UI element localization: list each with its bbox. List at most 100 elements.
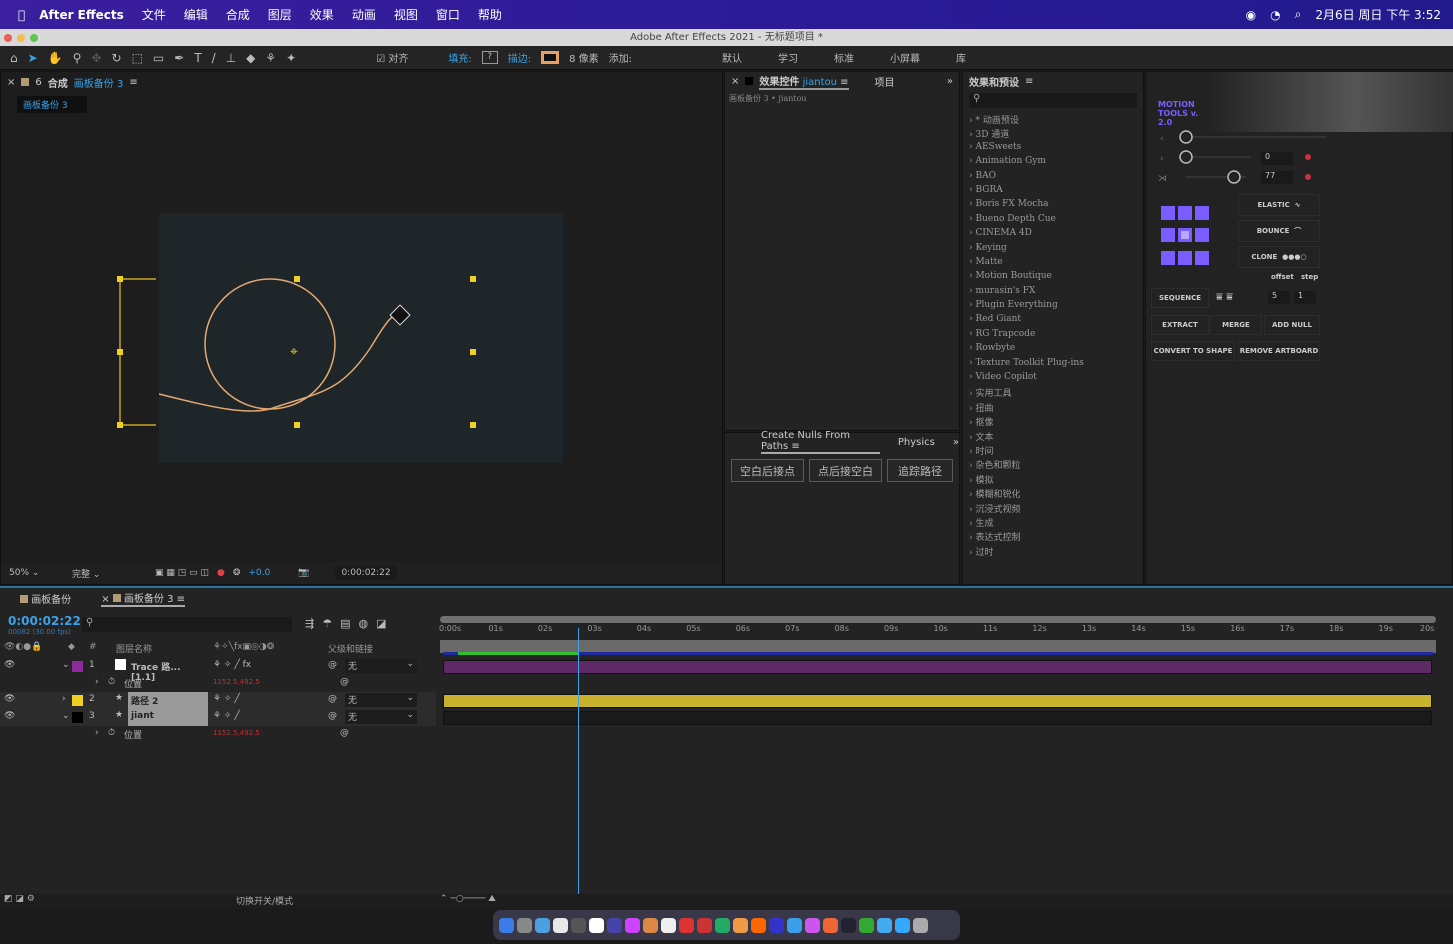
anchor-point-1[interactable] [1178, 206, 1192, 220]
effects-category[interactable]: › murasin's FX [963, 286, 1143, 300]
dock-app-icon[interactable] [913, 917, 928, 933]
effects-category[interactable]: › RG Trapcode [963, 329, 1143, 343]
zoom-tool-icon[interactable]: ⚲ [73, 51, 82, 65]
ratio-value-field[interactable]: 77 [1261, 171, 1293, 184]
parent-select[interactable]: 无 ⌄ [345, 710, 417, 724]
playhead[interactable] [578, 628, 580, 894]
effects-category[interactable]: › Rowbyte [963, 343, 1143, 357]
menu-window[interactable]: 窗口 [436, 6, 460, 23]
layer-duration-bar[interactable] [443, 694, 1432, 708]
effects-category[interactable]: › 杂色和颗粒 [963, 458, 1143, 472]
effects-category[interactable]: › Video Copilot [963, 372, 1143, 386]
orbit-tool-icon[interactable]: ✥ [91, 51, 101, 65]
effects-category[interactable]: › Motion Boutique [963, 271, 1143, 285]
zoom-slider[interactable]: ⌃ ─○──── ⛰ [440, 894, 496, 904]
dock-app-icon[interactable] [697, 917, 712, 933]
offset-field[interactable]: 5 [1268, 291, 1290, 304]
stroke-label[interactable]: 描边: [508, 50, 531, 65]
visibility-eye-icon[interactable]: 👁 [4, 660, 15, 670]
timeline-tab-2[interactable]: × 画板备份 3 ≡ [101, 590, 186, 607]
stroke-swatch[interactable] [541, 51, 560, 64]
anchor-point-2[interactable] [1195, 206, 1209, 220]
expand-chevron-icon[interactable]: ⌄ [62, 711, 70, 721]
bounce-button[interactable]: BOUNCE ⌒ [1238, 220, 1320, 242]
expand-icon[interactable]: » [947, 76, 953, 87]
channel-icon[interactable]: ● [217, 568, 225, 578]
menu-icon[interactable]: ≡ [1025, 76, 1033, 87]
dock-app-icon[interactable] [751, 917, 766, 933]
brush-tool-icon[interactable]: / [212, 51, 216, 65]
timeline-timecode[interactable]: 0:00:02:22 [8, 614, 81, 628]
keyframe-dot[interactable] [1305, 174, 1311, 180]
dock-app-icon[interactable] [571, 917, 586, 933]
menu-view[interactable]: 视图 [394, 6, 418, 23]
stopwatch-icon[interactable]: ⏱ [108, 728, 115, 738]
points-to-nulls-button[interactable]: 点后接空白 [809, 459, 882, 482]
dock-app-icon[interactable] [841, 917, 856, 933]
elastic-button[interactable]: ELASTIC ∿ [1238, 194, 1320, 216]
effects-search-input[interactable]: ⚲ [969, 93, 1137, 108]
align-checkbox[interactable]: ☑ 对齐 [376, 50, 408, 65]
effects-category[interactable]: › BAO [963, 171, 1143, 185]
menu-effect[interactable]: 效果 [310, 6, 334, 23]
nulls-to-points-button[interactable]: 空白后接点 [731, 459, 804, 482]
label-color-swatch[interactable] [72, 695, 83, 706]
effects-category[interactable]: › * 动画预设 [963, 113, 1143, 127]
sequence-stairs-icon[interactable]: ⩸ ⩸ [1216, 290, 1233, 304]
rectangle-tool-icon[interactable]: ▭ [153, 51, 164, 65]
dock-app-icon[interactable] [823, 917, 838, 933]
effects-category[interactable]: › 生成 [963, 516, 1143, 530]
exposure-icon[interactable]: ❂ [233, 568, 241, 578]
effects-category[interactable]: › CINEMA 4D [963, 228, 1143, 242]
workspace-library[interactable]: 库 [956, 50, 966, 65]
effects-category[interactable]: › Animation Gym [963, 156, 1143, 170]
wifi-icon[interactable]: ◔ [1270, 8, 1280, 22]
effects-category[interactable]: › Matte [963, 257, 1143, 271]
dock-app-icon[interactable] [679, 917, 694, 933]
stroke-width[interactable]: 8 像素 [569, 50, 599, 65]
apple-icon[interactable]:  [18, 8, 25, 22]
effects-category[interactable]: › 实用工具 [963, 386, 1143, 400]
expand-chevron-icon[interactable]: › [62, 694, 66, 704]
workspace-default[interactable]: 默认 [722, 50, 742, 65]
menu-help[interactable]: 帮助 [478, 6, 502, 23]
step-field[interactable]: 1 [1294, 291, 1316, 304]
workspace-small-screen[interactable]: 小屏幕 [890, 50, 920, 65]
close-icon[interactable]: × [731, 76, 739, 87]
anchor-point-7[interactable] [1178, 250, 1192, 265]
out-value-field[interactable]: 0 [1261, 152, 1293, 165]
remove-artboard-button[interactable]: REMOVE ARTBOARD [1238, 341, 1320, 361]
work-area-scrollbar[interactable] [440, 616, 1436, 623]
create-nulls-tab[interactable]: Create Nulls From Paths ≡ [761, 430, 880, 454]
close-window-button[interactable] [4, 34, 12, 42]
effects-category[interactable]: › AESweets [963, 142, 1143, 156]
effects-category[interactable]: › 过时 [963, 545, 1143, 558]
anchor-point-5[interactable] [1195, 228, 1209, 243]
merge-button[interactable]: MERGE [1210, 315, 1262, 335]
dock-app-icon[interactable] [661, 917, 676, 933]
physics-tab[interactable]: Physics [898, 437, 935, 448]
anchor-point-8[interactable] [1195, 250, 1209, 265]
add-label[interactable]: 添加: [609, 50, 632, 65]
pin-tool-icon[interactable]: ✦ [286, 51, 296, 65]
dock-app-icon[interactable] [769, 917, 784, 933]
pickwhip-icon[interactable]: @ [340, 728, 349, 738]
menu-app[interactable]: After Effects [39, 8, 124, 22]
effects-category[interactable]: › Red Giant [963, 314, 1143, 328]
property-value[interactable]: 1152.5,492.5 [213, 678, 260, 686]
fill-swatch[interactable]: ? [481, 51, 498, 64]
dock-app-icon[interactable] [895, 917, 910, 933]
property-row[interactable]: › ⏱ 位置 1152.5,492.5 @ [0, 675, 436, 692]
hand-tool-icon[interactable]: ✋ [48, 51, 63, 65]
menu-composition[interactable]: 合成 [226, 6, 250, 23]
workspace-learn[interactable]: 学习 [778, 50, 798, 65]
dock-app-icon[interactable] [733, 917, 748, 933]
sequence-button[interactable]: SEQUENCE [1151, 288, 1209, 308]
keyframe-dot[interactable] [1305, 154, 1311, 160]
menu-animation[interactable]: 动画 [352, 6, 376, 23]
camera-icon[interactable]: 📷 [298, 568, 309, 578]
project-tab[interactable]: 项目 [875, 74, 895, 89]
dock-app-icon[interactable] [517, 917, 532, 933]
timeline-switch-icons[interactable]: ⇶☂▤◍◪ [305, 617, 394, 630]
expand-chevron-icon[interactable]: › [95, 677, 99, 687]
